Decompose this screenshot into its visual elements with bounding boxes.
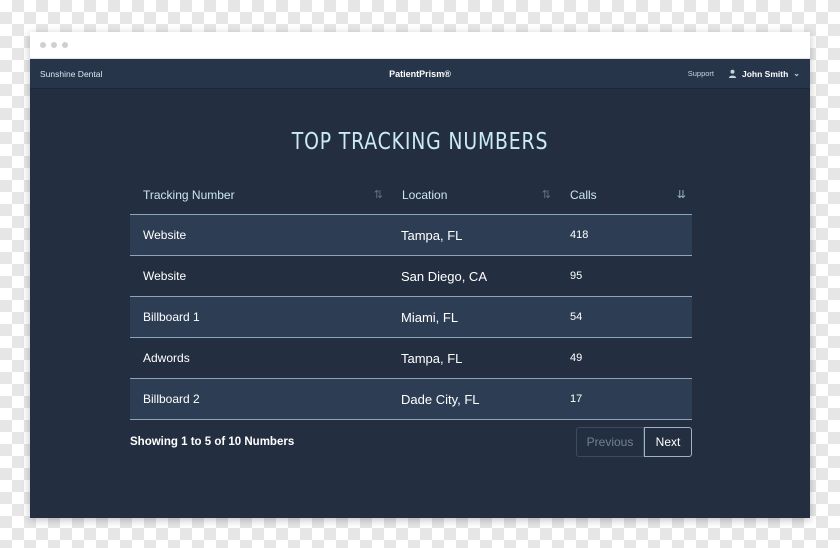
cell-tracking-number: Website xyxy=(143,269,187,283)
previous-button[interactable]: Previous xyxy=(576,427,644,457)
tracking-table: Tracking Number ⇅ Location ⇅ Calls ⇊ Web… xyxy=(130,175,692,457)
cell-tracking-number: Website xyxy=(143,228,187,242)
user-icon xyxy=(728,69,737,78)
window-titlebar xyxy=(30,32,810,59)
column-header-location[interactable]: Location ⇅ xyxy=(389,188,557,202)
table-row[interactable]: Billboard 1 Miami, FL 54 xyxy=(130,297,692,338)
column-header-tracking-number[interactable]: Tracking Number ⇅ xyxy=(130,188,389,202)
cell-location: Tampa, FL xyxy=(401,227,463,243)
pagination: Previous Next xyxy=(576,427,692,457)
top-navbar: Sunshine Dental PatientPrism® Support Jo… xyxy=(30,59,810,89)
sort-icon[interactable]: ⇅ xyxy=(542,188,557,201)
column-header-calls[interactable]: Calls ⇊ xyxy=(557,188,692,202)
table-header: Tracking Number ⇅ Location ⇅ Calls ⇊ xyxy=(130,175,692,215)
cell-location: Dade City, FL xyxy=(401,391,480,407)
page-title: TOP TRACKING NUMBERS xyxy=(291,129,549,155)
table-footer: Showing 1 to 5 of 10 Numbers Previous Ne… xyxy=(130,427,692,457)
cell-calls: 418 xyxy=(570,229,589,241)
app-window: Sunshine Dental PatientPrism® Support Jo… xyxy=(30,32,810,518)
table-row[interactable]: Billboard 2 Dade City, FL 17 xyxy=(130,379,692,420)
cell-location: San Diego, CA xyxy=(401,268,487,284)
window-close-dot[interactable] xyxy=(40,42,46,48)
support-link[interactable]: Support xyxy=(688,69,714,78)
clinic-name[interactable]: Sunshine Dental xyxy=(40,69,688,79)
window-maximize-dot[interactable] xyxy=(62,42,68,48)
cell-tracking-number: Billboard 1 xyxy=(143,310,200,324)
table-row[interactable]: Website Tampa, FL 418 xyxy=(130,215,692,256)
cell-calls: 49 xyxy=(570,352,583,364)
product-name[interactable]: PatientPrism® xyxy=(389,69,451,79)
table-row[interactable]: Adwords Tampa, FL 49 xyxy=(130,338,692,379)
cell-tracking-number: Billboard 2 xyxy=(143,392,200,406)
user-name: John Smith xyxy=(742,68,789,79)
cell-calls: 17 xyxy=(570,393,583,405)
cell-location: Miami, FL xyxy=(401,309,459,325)
main-content: TOP TRACKING NUMBERS Tracking Number ⇅ L… xyxy=(30,89,810,457)
cell-location: Tampa, FL xyxy=(401,350,463,366)
column-label: Tracking Number xyxy=(143,187,235,202)
cell-calls: 54 xyxy=(570,311,583,323)
column-label: Calls xyxy=(570,187,597,202)
chevron-down-icon: ⌄ xyxy=(793,69,800,78)
table-row[interactable]: Website San Diego, CA 95 xyxy=(130,256,692,297)
user-menu[interactable]: John Smith ⌄ xyxy=(728,69,800,79)
cell-tracking-number: Adwords xyxy=(143,351,190,365)
sort-icon[interactable]: ⇅ xyxy=(374,188,389,201)
pagination-summary: Showing 1 to 5 of 10 Numbers xyxy=(130,436,295,448)
next-button[interactable]: Next xyxy=(644,427,692,457)
sort-descending-icon[interactable]: ⇊ xyxy=(677,188,692,201)
column-label: Location xyxy=(402,187,448,202)
window-minimize-dot[interactable] xyxy=(51,42,57,48)
nav-right: Support John Smith ⌄ xyxy=(688,69,800,79)
cell-calls: 95 xyxy=(570,270,583,282)
